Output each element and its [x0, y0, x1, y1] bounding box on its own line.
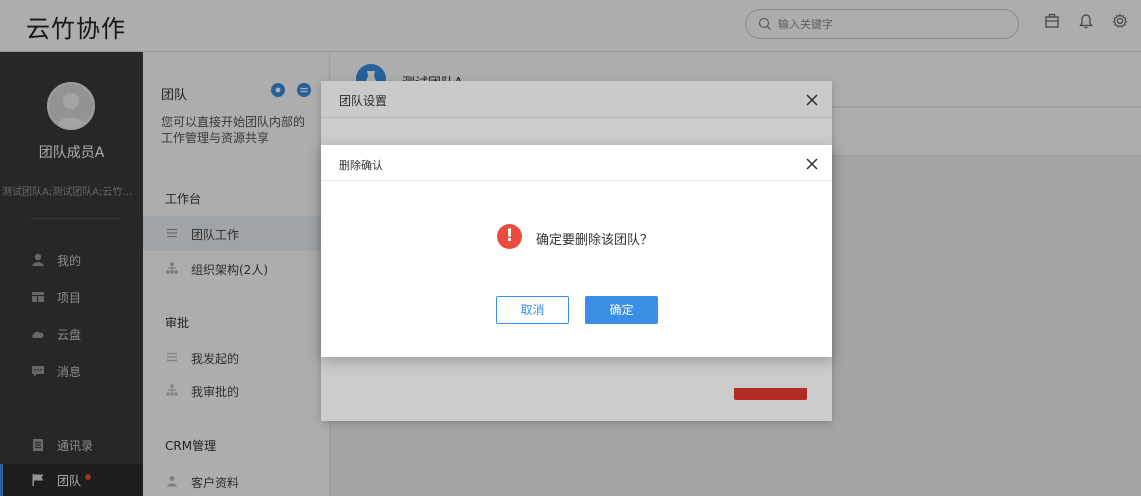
confirm-button[interactable]: 确定 — [585, 296, 658, 324]
warning-icon: ! — [497, 224, 522, 249]
dialog-title: 删除确认 — [339, 159, 383, 172]
delete-confirm-dialog: 删除确认 ! 确定要删除该团队？ 取消 确定 — [321, 145, 832, 357]
confirm-message: 确定要删除该团队？ — [536, 233, 654, 248]
close-icon[interactable] — [805, 157, 819, 171]
cancel-button[interactable]: 取消 — [496, 296, 569, 324]
dialog-header: 删除确认 — [321, 145, 832, 181]
